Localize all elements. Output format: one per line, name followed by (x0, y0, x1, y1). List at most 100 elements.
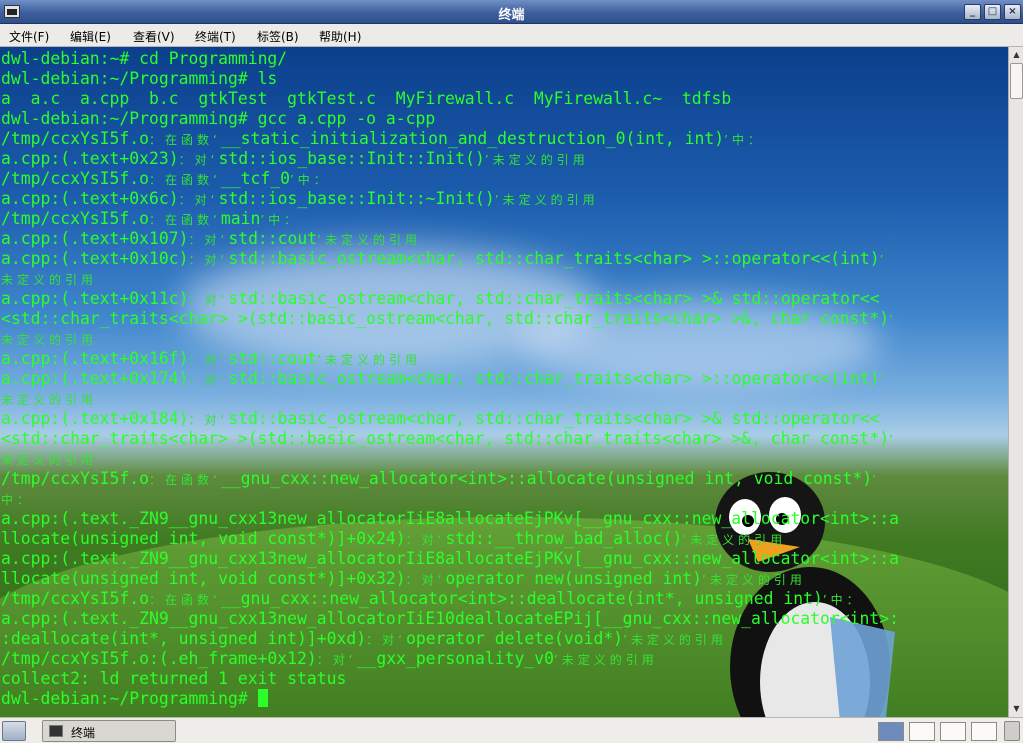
scroll-up-icon[interactable]: ▲ (1010, 48, 1023, 62)
terminal-text: ’ (879, 253, 888, 267)
close-button[interactable]: × (1004, 4, 1021, 20)
menu-terminal[interactable]: 终端(T) (195, 28, 236, 45)
terminal-icon (49, 725, 63, 737)
minimize-button[interactable]: _ (964, 4, 981, 20)
terminal-text: 未定义的引用 (1, 333, 98, 347)
terminal-text: ’ (889, 433, 897, 447)
terminal-text: ’中： (289, 173, 330, 187)
menu-help[interactable]: 帮助(H) (319, 28, 361, 45)
terminal-text: ’未定义的引用 (702, 573, 806, 587)
terminal-line: dwl-debian:~# cd Programming/ (1, 49, 1008, 69)
terminal-text: operator delete(void*) (405, 629, 624, 648)
menu-file[interactable]: 文件(F) (9, 28, 49, 45)
terminal-line: a.cpp:(.text+0x107)：对‘std::cout’未定义的引用 (1, 229, 1008, 249)
terminal-text: ’中： (822, 593, 863, 607)
terminal-text: a.cpp:(.text._ZN9__gnu_cxx13new_allocato… (1, 549, 899, 568)
terminal-line: 未定义的引用 (1, 449, 1008, 469)
terminal-text: ：对‘ (405, 533, 446, 547)
terminal-text: ’未定义的引用 (484, 153, 589, 167)
terminal-text: dwl-debian:~# cd Programming/ (1, 49, 288, 68)
terminal-text: ’未定义的引用 (682, 533, 787, 547)
terminal-text: std::__throw_bad_alloc() (445, 529, 683, 548)
terminal-line: a.cpp:(.text+0x184)：对‘std::basic_ostream… (1, 409, 1008, 429)
terminal-text: ：对‘ (188, 413, 229, 427)
terminal-text: std::basic_ostream<char, std::char_trait… (228, 369, 880, 388)
terminal-text: ：在函数‘ (149, 593, 221, 607)
terminal-text: a.cpp:(.text+0x10c) (1, 249, 189, 268)
terminal-text: ’未定义的引用 (494, 193, 599, 207)
terminal-line: /tmp/ccxYsI5f.o：在函数‘main’中： (1, 209, 1008, 229)
terminal-text: /tmp/ccxYsI5f.o (1, 209, 150, 228)
terminal-text: main (220, 209, 261, 228)
menu-view[interactable]: 查看(V) (133, 28, 175, 45)
terminal-text: :deallocate(int*, unsigned int)]+0xd) (1, 629, 367, 648)
terminal-text: ：对‘ (188, 373, 229, 387)
scroll-down-icon[interactable]: ▼ (1010, 702, 1023, 716)
terminal-line: collect2: ld returned 1 exit status (1, 669, 1008, 689)
terminal-line: dwl-debian:~/Programming# (1, 689, 1008, 709)
terminal-text: ：对‘ (188, 253, 229, 267)
terminal-text: ：对‘ (178, 153, 219, 167)
terminal-text: a.cpp:(.text+0x184) (1, 409, 189, 428)
terminal-line: a.cpp:(.text+0x174)：对‘std::basic_ostream… (1, 369, 1008, 389)
terminal-line: a.cpp:(.text._ZN9__gnu_cxx13new_allocato… (1, 509, 1008, 529)
terminal-text: ’ (889, 313, 897, 327)
menu-tabs[interactable]: 标签(B) (257, 28, 299, 45)
terminal-text: ：对‘ (316, 653, 357, 667)
terminal-text: ：在函数‘ (149, 213, 221, 227)
terminal-text: a.cpp:(.text+0x11c) (1, 289, 189, 308)
scrollbar-thumb[interactable] (1010, 63, 1023, 99)
terminal-area[interactable]: dwl-debian:~# cd Programming/dwl-debian:… (0, 47, 1008, 717)
terminal-text: <std::char_traits<char> >(std::basic_ost… (1, 429, 890, 448)
menu-edit[interactable]: 编辑(E) (70, 28, 111, 45)
workspace-1[interactable] (878, 722, 904, 741)
terminal-text: std::basic_ostream<char, std::char_trait… (228, 289, 880, 308)
terminal-text: std::ios_base::Init::~Init() (218, 189, 495, 208)
terminal-output: dwl-debian:~# cd Programming/dwl-debian:… (1, 49, 1008, 709)
terminal-line: :deallocate(int*, unsigned int)]+0xd)：对‘… (1, 629, 1008, 649)
terminal-text: 未定义的引用 (1, 393, 98, 407)
terminal-text: 未定义的引用 (1, 453, 98, 467)
terminal-line: a a.c a.cpp b.c gtkTest gtkTest.c MyFire… (1, 89, 1008, 109)
trash-icon[interactable] (1004, 721, 1020, 741)
terminal-line: llocate(unsigned int, void const*)]+0x32… (1, 569, 1008, 589)
terminal-text: ’未定义的引用 (553, 653, 658, 667)
terminal-text: /tmp/ccxYsI5f.o:(.eh_frame+0x12) (1, 649, 317, 668)
workspace-3[interactable] (940, 722, 966, 741)
terminal-text: std::ios_base::Init::Init() (218, 149, 485, 168)
taskbar-window-label: 终端 (71, 726, 96, 740)
workspace-4[interactable] (971, 722, 997, 741)
terminal-text: a.cpp:(.text+0x6c) (1, 189, 179, 208)
window-title: 终端 (498, 8, 525, 23)
terminal-text: ：对‘ (366, 633, 406, 647)
terminal-line: <std::char_traits<char> >(std::basic_ost… (1, 309, 1008, 329)
taskbar-window-button[interactable]: 终端 (42, 720, 176, 742)
terminal-line: /tmp/ccxYsI5f.o：在函数‘__gnu_cxx::new_alloc… (1, 469, 1008, 489)
terminal-text: ’未定义的引用 (317, 233, 421, 247)
terminal-line: /tmp/ccxYsI5f.o:(.eh_frame+0x12)：对‘__gxx… (1, 649, 1008, 669)
terminal-text: __gnu_cxx::new_allocator<int>::deallocat… (220, 589, 823, 608)
terminal-text: ：在函数‘ (149, 473, 221, 487)
terminal-text: ：对‘ (188, 233, 229, 247)
workspace-2[interactable] (909, 722, 935, 741)
terminal-line: a.cpp:(.text._ZN9__gnu_cxx13new_allocato… (1, 549, 1008, 569)
terminal-text: a.cpp:(.text+0x23) (1, 149, 179, 168)
terminal-line: /tmp/ccxYsI5f.o：在函数‘__gnu_cxx::new_alloc… (1, 589, 1008, 609)
terminal-line: a.cpp:(.text+0x10c)：对‘std::basic_ostream… (1, 249, 1008, 269)
vertical-scrollbar[interactable]: ▲ ▼ (1008, 47, 1023, 717)
window-titlebar[interactable]: 终端 _ □ × (0, 0, 1023, 24)
terminal-text: <std::char_traits<char> >(std::basic_ost… (1, 309, 890, 328)
terminal-line: a.cpp:(.text._ZN9__gnu_cxx13new_allocato… (1, 609, 1008, 629)
terminal-text: ：对‘ (405, 573, 446, 587)
terminal-line: <std::char_traits<char> >(std::basic_ost… (1, 429, 1008, 449)
maximize-button[interactable]: □ (984, 4, 1001, 20)
show-desktop-icon[interactable] (2, 721, 26, 741)
terminal-line: 中： (1, 489, 1008, 509)
terminal-line: 未定义的引用 (1, 389, 1008, 409)
terminal-line: a.cpp:(.text+0x16f)：对‘std::cout’未定义的引用 (1, 349, 1008, 369)
terminal-text: __static_initialization_and_destruction_… (220, 129, 725, 148)
terminal-line: /tmp/ccxYsI5f.o：在函数‘__tcf_0’中： (1, 169, 1008, 189)
terminal-line: a.cpp:(.text+0x23)：对‘std::ios_base::Init… (1, 149, 1008, 169)
terminal-text: /tmp/ccxYsI5f.o (1, 129, 150, 148)
terminal-text: /tmp/ccxYsI5f.o (1, 589, 150, 608)
